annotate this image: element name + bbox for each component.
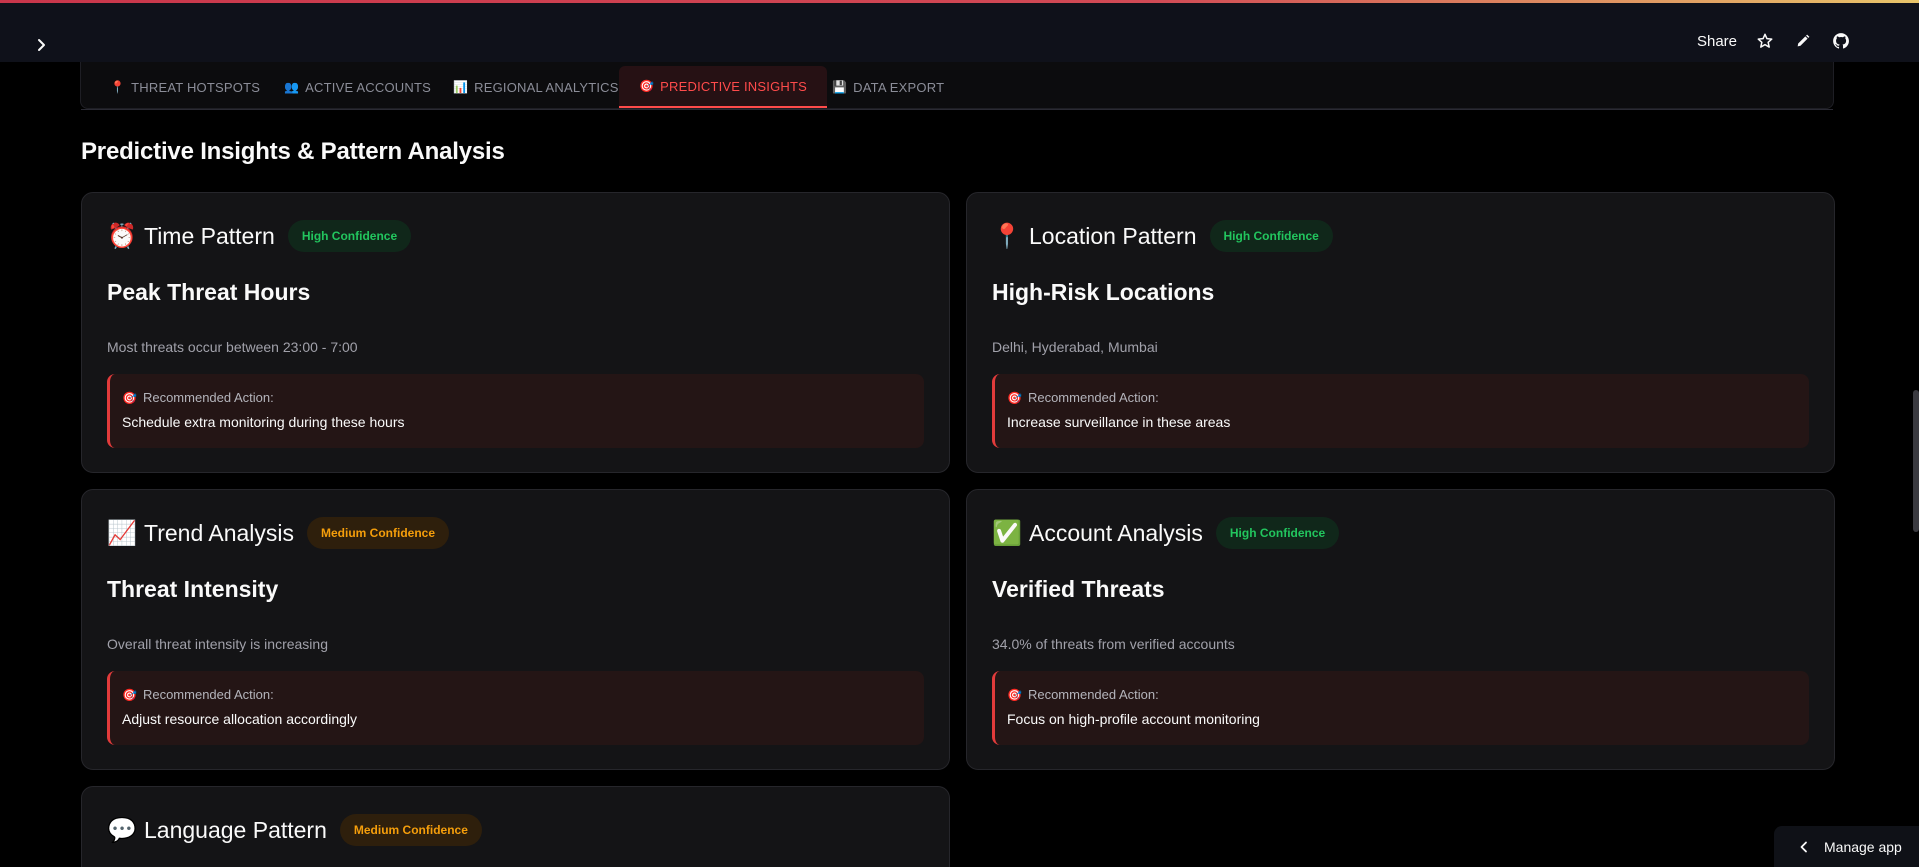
chevron-right-icon: [38, 39, 45, 51]
speech-bubble-icon: 💬: [107, 816, 137, 844]
card-title: Location Pattern: [1029, 222, 1197, 249]
card-description: 34.0% of threats from verified accounts: [992, 636, 1235, 652]
trend-chart-icon: 📈: [107, 519, 137, 547]
recommended-action-text: Schedule extra monitoring during these h…: [122, 414, 405, 430]
card-description: Most threats occur between 23:00 - 7:00: [107, 339, 358, 355]
tab-label: PREDICTIVE INSIGHTS: [660, 78, 807, 94]
recommended-action-text: Adjust resource allocation accordingly: [122, 711, 358, 727]
chevron-left-icon: [1800, 841, 1807, 852]
confidence-badge: Medium Confidence: [307, 517, 450, 549]
tab-label: ACTIVE ACCOUNTS: [305, 79, 431, 95]
card-header: 📈 Trend Analysis Medium Confidence: [107, 516, 450, 550]
card-description: Delhi, Hyderabad, Mumbai: [992, 339, 1158, 355]
confidence-badge: High Confidence: [1215, 517, 1340, 549]
target-icon: 🎯: [639, 79, 655, 93]
card-header: 💬 Language Pattern Medium Confidence: [107, 813, 482, 847]
manage-app-button[interactable]: Manage app: [1774, 826, 1919, 867]
recommended-action-box: 🎯 Recommended Action: Adjust resource al…: [107, 671, 924, 745]
card-header: ⏰ Time Pattern High Confidence: [107, 219, 412, 253]
recommended-action-label: 🎯 Recommended Action:: [122, 390, 924, 405]
recommended-action-text: Increase surveillance in these areas: [1007, 414, 1231, 430]
sidebar-toggle-button[interactable]: [30, 33, 54, 57]
floppy-disk-icon: 💾: [832, 80, 848, 94]
action-label-text: Recommended Action:: [1027, 390, 1159, 405]
scrollbar-thumb[interactable]: [1913, 390, 1919, 532]
tab-predictive-insights[interactable]: 🎯 PREDICTIVE INSIGHTS: [619, 66, 827, 108]
card-header: 📍 Location Pattern High Confidence: [992, 219, 1333, 253]
pin-icon: 📍: [110, 80, 126, 94]
card-title: Account Analysis: [1029, 519, 1203, 546]
github-button[interactable]: [1831, 31, 1851, 51]
check-mark-icon: ✅: [992, 519, 1022, 547]
confidence-badge: High Confidence: [1209, 220, 1333, 252]
alarm-clock-icon: ⏰: [107, 222, 137, 250]
star-icon: [1757, 33, 1773, 48]
header-actions: Share: [1697, 29, 1851, 53]
manage-app-label: Manage app: [1824, 838, 1902, 855]
tab-regional-analytics[interactable]: 📊 REGIONAL ANALYTICS: [433, 66, 639, 108]
card-title: Trend Analysis: [144, 519, 294, 546]
recommended-action-label: 🎯 Recommended Action:: [1007, 390, 1809, 405]
target-icon: 🎯: [1007, 687, 1022, 702]
pencil-icon: [1797, 34, 1810, 47]
target-icon: 🎯: [122, 390, 137, 405]
card-title: Language Pattern: [144, 816, 327, 843]
app-header: Share: [0, 3, 1919, 62]
confidence-badge: Medium Confidence: [339, 814, 482, 846]
insight-card-language-pattern: 💬 Language Pattern Medium Confidence: [81, 786, 950, 867]
tab-threat-hotspots[interactable]: 📍 THREAT HOTSPOTS: [90, 66, 280, 108]
action-label-text: Recommended Action:: [142, 687, 274, 702]
insight-card-account-analysis: ✅ Account Analysis High Confidence Verif…: [966, 489, 1835, 770]
people-icon: 👥: [284, 80, 300, 94]
tabs-bar: 📍 THREAT HOTSPOTS 👥 ACTIVE ACCOUNTS 📊 RE…: [80, 62, 1834, 110]
card-header: ✅ Account Analysis High Confidence: [992, 516, 1340, 550]
action-label-text: Recommended Action:: [1027, 687, 1159, 702]
recommended-action-label: 🎯 Recommended Action:: [1007, 687, 1809, 702]
edit-button[interactable]: [1793, 31, 1813, 51]
recommended-action-box: 🎯 Recommended Action: Focus on high-prof…: [992, 671, 1809, 745]
target-icon: 🎯: [1007, 390, 1022, 405]
insight-card-trend-analysis: 📈 Trend Analysis Medium Confidence Threa…: [81, 489, 950, 770]
pin-icon: 📍: [992, 222, 1022, 250]
recommended-action-text: Focus on high-profile account monitoring: [1007, 711, 1260, 727]
insight-card-time-pattern: ⏰ Time Pattern High Confidence Peak Thre…: [81, 192, 950, 473]
action-label-text: Recommended Action:: [142, 390, 274, 405]
tab-label: REGIONAL ANALYTICS: [474, 79, 619, 95]
share-button[interactable]: Share: [1697, 33, 1737, 50]
card-heading: Peak Threat Hours: [107, 279, 311, 305]
tab-label: THREAT HOTSPOTS: [131, 79, 261, 95]
confidence-badge: High Confidence: [287, 220, 412, 252]
recommended-action-box: 🎯 Recommended Action: Schedule extra mon…: [107, 374, 924, 448]
star-button[interactable]: [1755, 31, 1775, 51]
target-icon: 🎯: [122, 687, 137, 702]
card-title: Time Pattern: [144, 222, 275, 249]
tab-label: DATA EXPORT: [853, 79, 945, 95]
recommended-action-box: 🎯 Recommended Action: Increase surveilla…: [992, 374, 1809, 448]
card-description: Overall threat intensity is increasing: [107, 636, 328, 652]
bar-chart-icon: 📊: [453, 80, 469, 94]
github-icon: [1833, 33, 1849, 49]
tab-active-accounts[interactable]: 👥 ACTIVE ACCOUNTS: [264, 66, 451, 108]
tab-data-export[interactable]: 💾 DATA EXPORT: [812, 66, 964, 108]
insight-card-location-pattern: 📍 Location Pattern High Confidence High-…: [966, 192, 1835, 473]
card-heading: Verified Threats: [992, 576, 1165, 602]
card-heading: Threat Intensity: [107, 576, 279, 602]
page-title: Predictive Insights & Pattern Analysis: [81, 138, 505, 165]
recommended-action-label: 🎯 Recommended Action:: [122, 687, 924, 702]
card-heading: High-Risk Locations: [992, 279, 1215, 305]
